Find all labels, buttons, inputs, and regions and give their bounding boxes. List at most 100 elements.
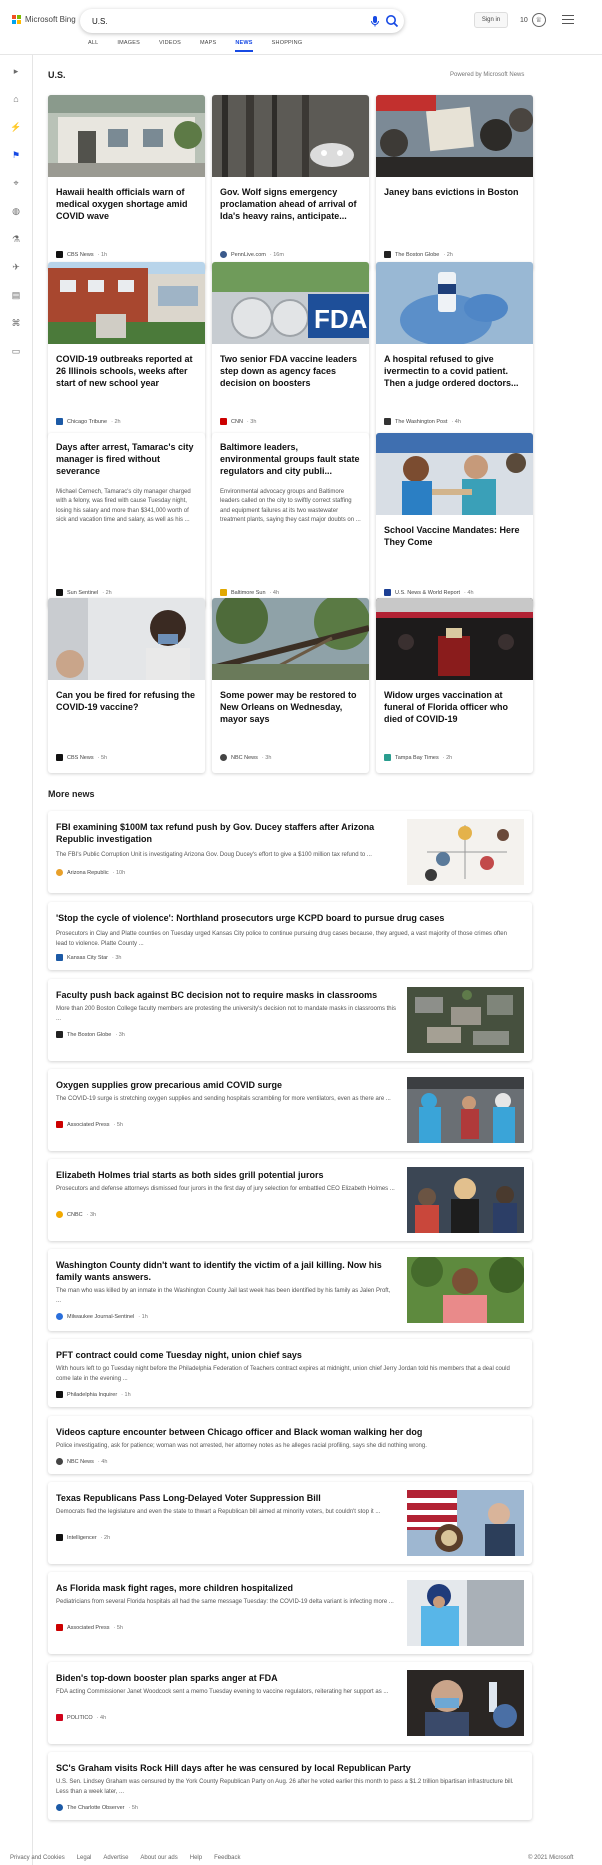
news-list-item[interactable]: 'Stop the cycle of violence': Northland …: [48, 902, 532, 970]
news-source[interactable]: The Boston Globe · 3h: [56, 1031, 125, 1038]
news-source[interactable]: NBC News · 4h: [56, 1458, 107, 1465]
news-title[interactable]: As Florida mask fight rages, more childr…: [56, 1582, 396, 1594]
rewards-button[interactable]: 10 ♕: [520, 13, 546, 27]
expand-icon[interactable]: ▸: [10, 65, 22, 77]
news-title[interactable]: Janey bans evictions in Boston: [384, 186, 526, 198]
news-list-item[interactable]: Elizabeth Holmes trial starts as both si…: [48, 1159, 532, 1241]
news-title[interactable]: Widow urges vaccination at funeral of Fl…: [384, 689, 526, 725]
news-title[interactable]: Can you be fired for refusing the COVID-…: [56, 689, 198, 713]
footer-link-legal[interactable]: Legal: [77, 1855, 92, 1861]
news-title[interactable]: A hospital refused to give ivermectin to…: [384, 353, 526, 389]
news-title[interactable]: Texas Republicans Pass Long-Delayed Vote…: [56, 1492, 396, 1504]
world-icon[interactable]: ◍: [10, 205, 22, 217]
news-card[interactable]: COVID-19 outbreaks reported at 26 Illino…: [48, 262, 205, 437]
news-card[interactable]: Gov. Wolf signs emergency proclamation a…: [212, 95, 369, 270]
news-title[interactable]: School Vaccine Mandates: Here They Come: [384, 524, 526, 548]
sports-icon[interactable]: ✈: [10, 261, 22, 273]
news-card[interactable]: Days after arrest, Tamarac's city manage…: [48, 433, 205, 608]
tab-news[interactable]: NEWS: [235, 40, 253, 52]
news-source[interactable]: Associated Press · 5h: [56, 1624, 123, 1631]
news-list-item[interactable]: Texas Republicans Pass Long-Delayed Vote…: [48, 1482, 532, 1564]
news-title[interactable]: COVID-19 outbreaks reported at 26 Illino…: [56, 353, 198, 389]
news-title[interactable]: PFT contract could come Tuesday night, u…: [56, 1349, 516, 1361]
news-source[interactable]: Sun Sentinel · 2h: [56, 589, 112, 596]
tab-shopping[interactable]: SHOPPING: [272, 40, 303, 52]
news-card[interactable]: Hawaii health officials warn of medical …: [48, 95, 205, 270]
news-source[interactable]: Chicago Tribune · 2h: [56, 418, 121, 425]
news-title[interactable]: Gov. Wolf signs emergency proclamation a…: [220, 186, 362, 222]
news-title[interactable]: Videos capture encounter between Chicago…: [56, 1426, 516, 1438]
entertainment-icon[interactable]: ▤: [10, 289, 22, 301]
news-list-item[interactable]: Washington County didn't want to identif…: [48, 1249, 532, 1331]
news-source[interactable]: Kansas City Star · 3h: [56, 954, 121, 961]
news-source[interactable]: The Boston Globe · 2h: [384, 251, 453, 258]
search-input[interactable]: [92, 14, 332, 28]
science-icon[interactable]: ⚗: [10, 233, 22, 245]
microphone-icon[interactable]: [368, 14, 382, 28]
sign-in-button[interactable]: Sign in: [474, 12, 508, 28]
news-card[interactable]: Some power may be restored to New Orlean…: [212, 598, 369, 773]
technology-icon[interactable]: ▭: [10, 345, 22, 357]
news-list-item[interactable]: Videos capture encounter between Chicago…: [48, 1416, 532, 1474]
news-card[interactable]: Can you be fired for refusing the COVID-…: [48, 598, 205, 773]
news-title[interactable]: 'Stop the cycle of violence': Northland …: [56, 912, 516, 924]
footer-link-privacy[interactable]: Privacy and Cookies: [10, 1855, 65, 1861]
news-list-item[interactable]: Oxygen supplies grow precarious amid COV…: [48, 1069, 532, 1151]
news-list-item[interactable]: Biden's top-down booster plan sparks ang…: [48, 1662, 532, 1744]
news-source[interactable]: CBS News · 1h: [56, 251, 107, 258]
footer-link-feedback[interactable]: Feedback: [214, 1855, 240, 1861]
news-source[interactable]: The Charlotte Observer · 5h: [56, 1804, 138, 1811]
footer-link-help[interactable]: Help: [190, 1855, 202, 1861]
news-list-item[interactable]: Faculty push back against BC decision no…: [48, 979, 532, 1061]
us-news-icon[interactable]: ⚑: [10, 149, 22, 161]
news-source[interactable]: Tampa Bay Times · 2h: [384, 754, 452, 761]
news-title[interactable]: Days after arrest, Tamarac's city manage…: [56, 441, 198, 477]
news-title[interactable]: Washington County didn't want to identif…: [56, 1259, 396, 1283]
news-list-item[interactable]: As Florida mask fight rages, more childr…: [48, 1572, 532, 1654]
news-source[interactable]: CNN · 3h: [220, 418, 256, 425]
menu-icon[interactable]: [562, 15, 574, 25]
news-source[interactable]: Philadelphia Inquirer · 1h: [56, 1391, 131, 1398]
footer-link-about-ads[interactable]: About our ads: [140, 1855, 177, 1861]
tab-maps[interactable]: MAPS: [200, 40, 216, 52]
news-source[interactable]: Associated Press · 5h: [56, 1121, 123, 1128]
news-title[interactable]: Baltimore leaders, environmental groups …: [220, 441, 362, 477]
news-card[interactable]: FDA Two senior FDA vaccine leaders step …: [212, 262, 369, 437]
news-source[interactable]: The Washington Post · 4h: [384, 418, 461, 425]
news-title[interactable]: Some power may be restored to New Orlean…: [220, 689, 362, 725]
footer-link-advertise[interactable]: Advertise: [103, 1855, 128, 1861]
news-title[interactable]: SC's Graham visits Rock Hill days after …: [56, 1762, 516, 1774]
news-card[interactable]: Widow urges vaccination at funeral of Fl…: [376, 598, 533, 773]
tab-all[interactable]: ALL: [88, 40, 98, 52]
news-title[interactable]: Hawaii health officials warn of medical …: [56, 186, 198, 222]
business-icon[interactable]: ⌘: [10, 317, 22, 329]
news-source[interactable]: U.S. News & World Report · 4h: [384, 589, 474, 596]
news-card[interactable]: A hospital refused to give ivermectin to…: [376, 262, 533, 437]
home-icon[interactable]: ⌂: [10, 93, 22, 105]
news-source[interactable]: Baltimore Sun · 4h: [220, 589, 279, 596]
news-source[interactable]: NBC News · 3h: [220, 754, 271, 761]
news-source[interactable]: CNBC · 3h: [56, 1211, 96, 1218]
news-card[interactable]: School Vaccine Mandates: Here They Come …: [376, 433, 533, 608]
news-source[interactable]: Intelligencer · 2h: [56, 1534, 110, 1541]
news-card[interactable]: Janey bans evictions in Boston The Bosto…: [376, 95, 533, 270]
news-title[interactable]: Two senior FDA vaccine leaders step down…: [220, 353, 362, 389]
news-source[interactable]: POLITICO · 4h: [56, 1714, 106, 1721]
news-source[interactable]: Milwaukee Journal-Sentinel · 1h: [56, 1313, 148, 1320]
news-title[interactable]: FBI examining $100M tax refund push by G…: [56, 821, 386, 845]
news-title[interactable]: Oxygen supplies grow precarious amid COV…: [56, 1079, 396, 1091]
trending-icon[interactable]: ⚡: [10, 121, 22, 133]
news-list-item[interactable]: SC's Graham visits Rock Hill days after …: [48, 1752, 532, 1820]
tab-images[interactable]: IMAGES: [117, 40, 140, 52]
location-icon[interactable]: ⌖: [10, 177, 22, 189]
news-source[interactable]: Arizona Republic · 10h: [56, 869, 125, 876]
tab-videos[interactable]: VIDEOS: [159, 40, 181, 52]
bing-logo[interactable]: Microsoft Bing: [12, 15, 76, 24]
news-list-item[interactable]: PFT contract could come Tuesday night, u…: [48, 1339, 532, 1407]
news-source[interactable]: CBS News · 5h: [56, 754, 107, 761]
news-card[interactable]: Baltimore leaders, environmental groups …: [212, 433, 369, 608]
news-source[interactable]: PennLive.com · 16m: [220, 251, 284, 258]
news-title[interactable]: Elizabeth Holmes trial starts as both si…: [56, 1169, 396, 1181]
news-title[interactable]: Faculty push back against BC decision no…: [56, 989, 396, 1001]
search-icon[interactable]: [384, 13, 400, 29]
